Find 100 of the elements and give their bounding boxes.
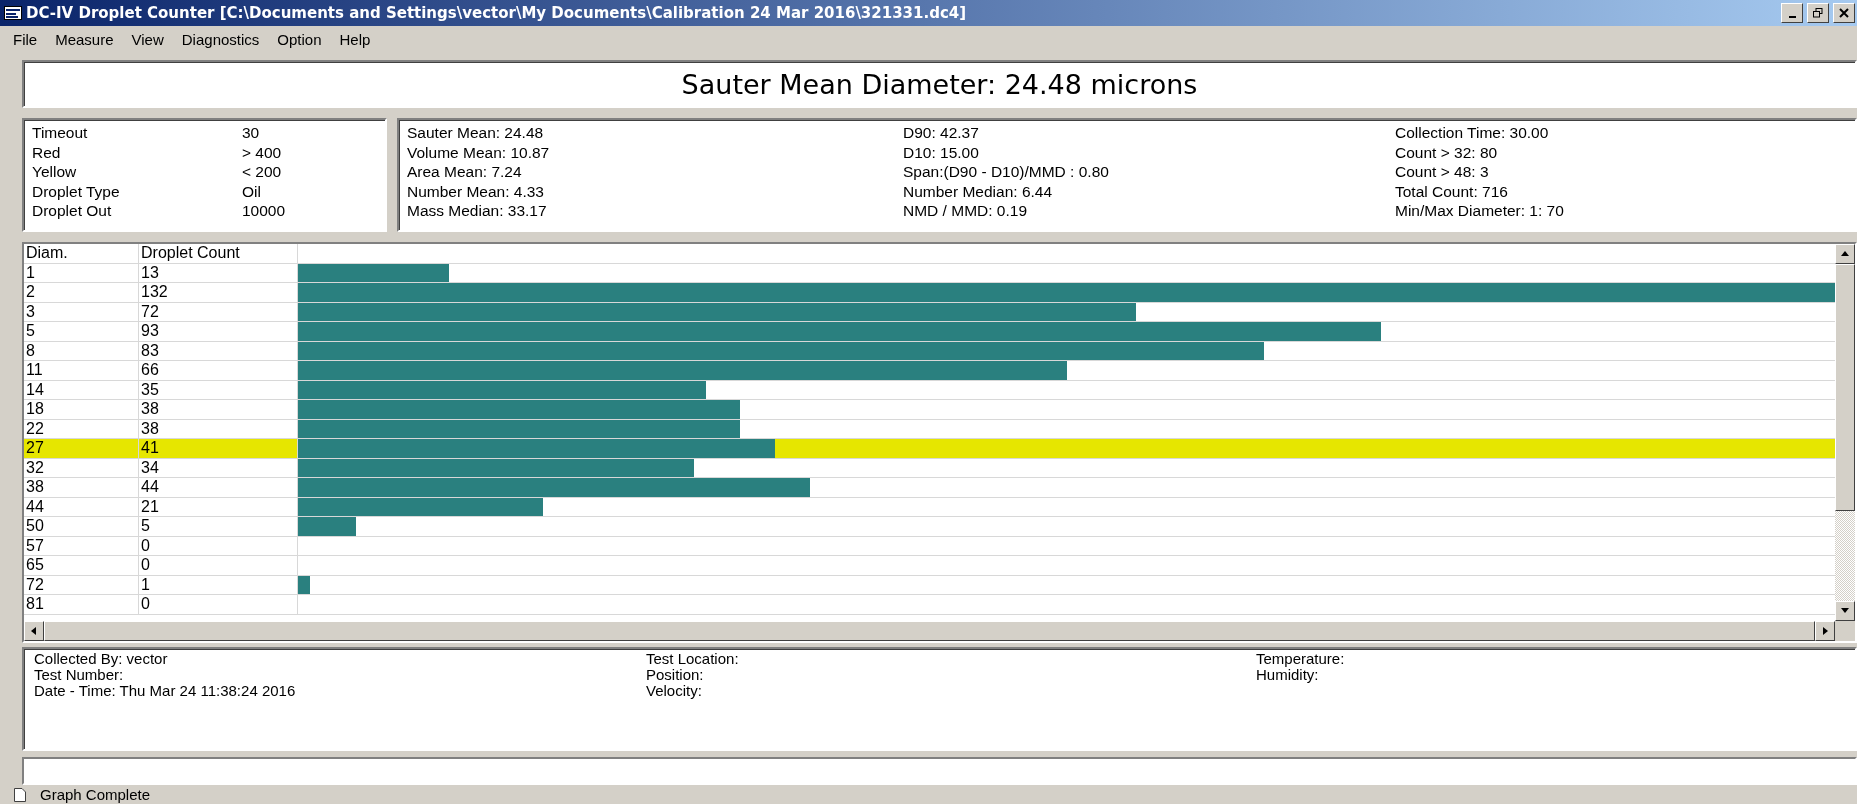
scroll-up-button[interactable] [1835,244,1855,264]
menu-item[interactable]: Measure [46,28,123,50]
table-row[interactable]: 5 93 [24,322,1835,342]
detail-text: Collected By: vector [34,651,169,667]
setting-label: Red [32,142,62,162]
table-cell: 50 [24,517,139,536]
table-cell: 65 [24,556,139,575]
statistic-text: Collection Time: 30.00 [1395,123,1550,143]
statistic-text: Count > 32: 80 [1395,142,1499,162]
table-row[interactable]: 1 13 [24,263,1835,283]
page-icon [14,787,26,802]
table-cell: 0 [139,536,298,555]
statistic-text: Area Mean: 7.24 [407,162,523,182]
statistic-text: Number Mean: 4.33 [407,181,545,201]
right-arrow-icon [1820,626,1830,636]
setting-label: Droplet Type [32,181,121,201]
vertical-scrollbar[interactable] [1835,244,1855,621]
table-cell: 27 [24,439,139,458]
status-text: Graph Complete [40,786,151,803]
table-cell: 14 [24,380,139,399]
scroll-right-button[interactable] [1815,621,1835,641]
table-row[interactable]: 3 72 [24,302,1835,322]
setting-label: Timeout [32,123,89,143]
table-row[interactable]: 22 38 [24,419,1835,439]
table-cell: 3 [24,302,139,321]
table-cell: 5 [24,322,139,341]
table-row[interactable]: 81 0 [24,595,1835,615]
table-cell: 32 [24,458,139,477]
menu-item[interactable]: Help [330,28,380,50]
table-row[interactable]: 50 5 [24,517,1835,537]
detail-text: Test Number: [34,667,125,683]
table-row[interactable]: 32 34 [24,458,1835,478]
menu-item[interactable]: View [122,28,173,50]
table-row[interactable]: 72 1 [24,575,1835,595]
statistic-text: Mass Median: 33.17 [407,201,548,221]
table-cell: 44 [24,497,139,516]
minimize-button[interactable] [1781,3,1803,23]
detail-text: Temperature: [1256,651,1346,667]
window-title: DC-IV Droplet Counter [C:\Documents and Settings\vector\My Documents\Calibration 24 Mar 2016\321331.dc4] [26,4,968,22]
table-row[interactable]: 18 38 [24,400,1835,420]
table-cell: 81 [24,595,139,614]
table-cell: 72 [24,575,139,594]
table-cell: 11 [24,361,139,380]
table-row[interactable]: 44 21 [24,497,1835,517]
restore-icon [1813,8,1823,18]
column-header: Diam. [24,244,139,263]
table-row[interactable]: 14 35 [24,380,1835,400]
close-button[interactable] [1833,3,1855,23]
table-row[interactable]: 57 0 [24,536,1835,556]
setting-label: Yellow [32,162,78,182]
statistic-text: D90: 42.37 [903,123,980,143]
up-arrow-icon [1840,249,1850,259]
count-bar [298,575,310,594]
detail-text: Test Location: [646,651,740,667]
table-row[interactable]: 2 132 [24,283,1835,303]
table-cell: 0 [139,556,298,575]
table-row[interactable]: 38 44 [24,478,1835,498]
table-cell: 22 [24,419,139,438]
table-cell: 0 [139,595,298,614]
setting-value: 10000 [242,201,287,221]
menu-item[interactable]: Option [268,28,331,50]
statistic-text: Span:(D90 - D10)/MMD : 0.80 [903,162,1110,182]
table-row[interactable]: 8 83 [24,341,1835,361]
table-row[interactable]: 11 66 [24,361,1835,381]
close-icon [1839,8,1849,18]
detail-text: Date - Time: Thu Mar 24 11:38:24 2016 [34,683,297,699]
scroll-thumb[interactable] [1835,264,1855,512]
statistic-text: Number Median: 6.44 [903,181,1054,201]
statistic-text: Total Count: 716 [1395,181,1509,201]
left-arrow-icon [29,626,39,636]
setting-value: > 400 [242,142,283,162]
table-cell: 18 [24,400,139,419]
headline: Sauter Mean Diameter: 24.48 microns [22,60,1857,108]
scroll-left-button[interactable] [24,621,44,641]
detail-text: Position: [646,667,705,683]
app-icon [4,6,22,20]
detail-text: Velocity: [646,683,703,699]
statistic-text: Sauter Mean: 24.48 [407,123,545,143]
statistic-text: NMD / MMD: 0.19 [903,201,1028,221]
table-row[interactable]: 27 41 [24,439,1835,459]
detail-text: Humidity: [1256,667,1319,683]
statistic-text: D10: 15.00 [903,142,980,162]
setting-value: < 200 [242,162,283,182]
menu-item[interactable]: File [4,28,47,50]
table-cell: 2 [24,283,139,302]
scroll-down-button[interactable] [1835,601,1855,621]
input-field[interactable] [22,757,1857,785]
statistic-text: Volume Mean: 10.87 [407,142,551,162]
setting-label: Droplet Out [32,201,113,221]
table-cell: 38 [24,478,139,497]
statistic-text: Count > 48: 3 [1395,162,1490,182]
menu-item[interactable]: Diagnostics [172,28,269,50]
restore-button[interactable] [1807,3,1829,23]
minimize-icon [1788,15,1796,18]
table-row[interactable]: 65 0 [24,556,1835,576]
table-cell: 1 [24,263,139,282]
table-cell: 57 [24,536,139,555]
statistic-text: Min/Max Diameter: 1: 70 [1395,201,1565,221]
column-header: Droplet Count [139,244,298,263]
setting-value: Oil [242,181,262,201]
